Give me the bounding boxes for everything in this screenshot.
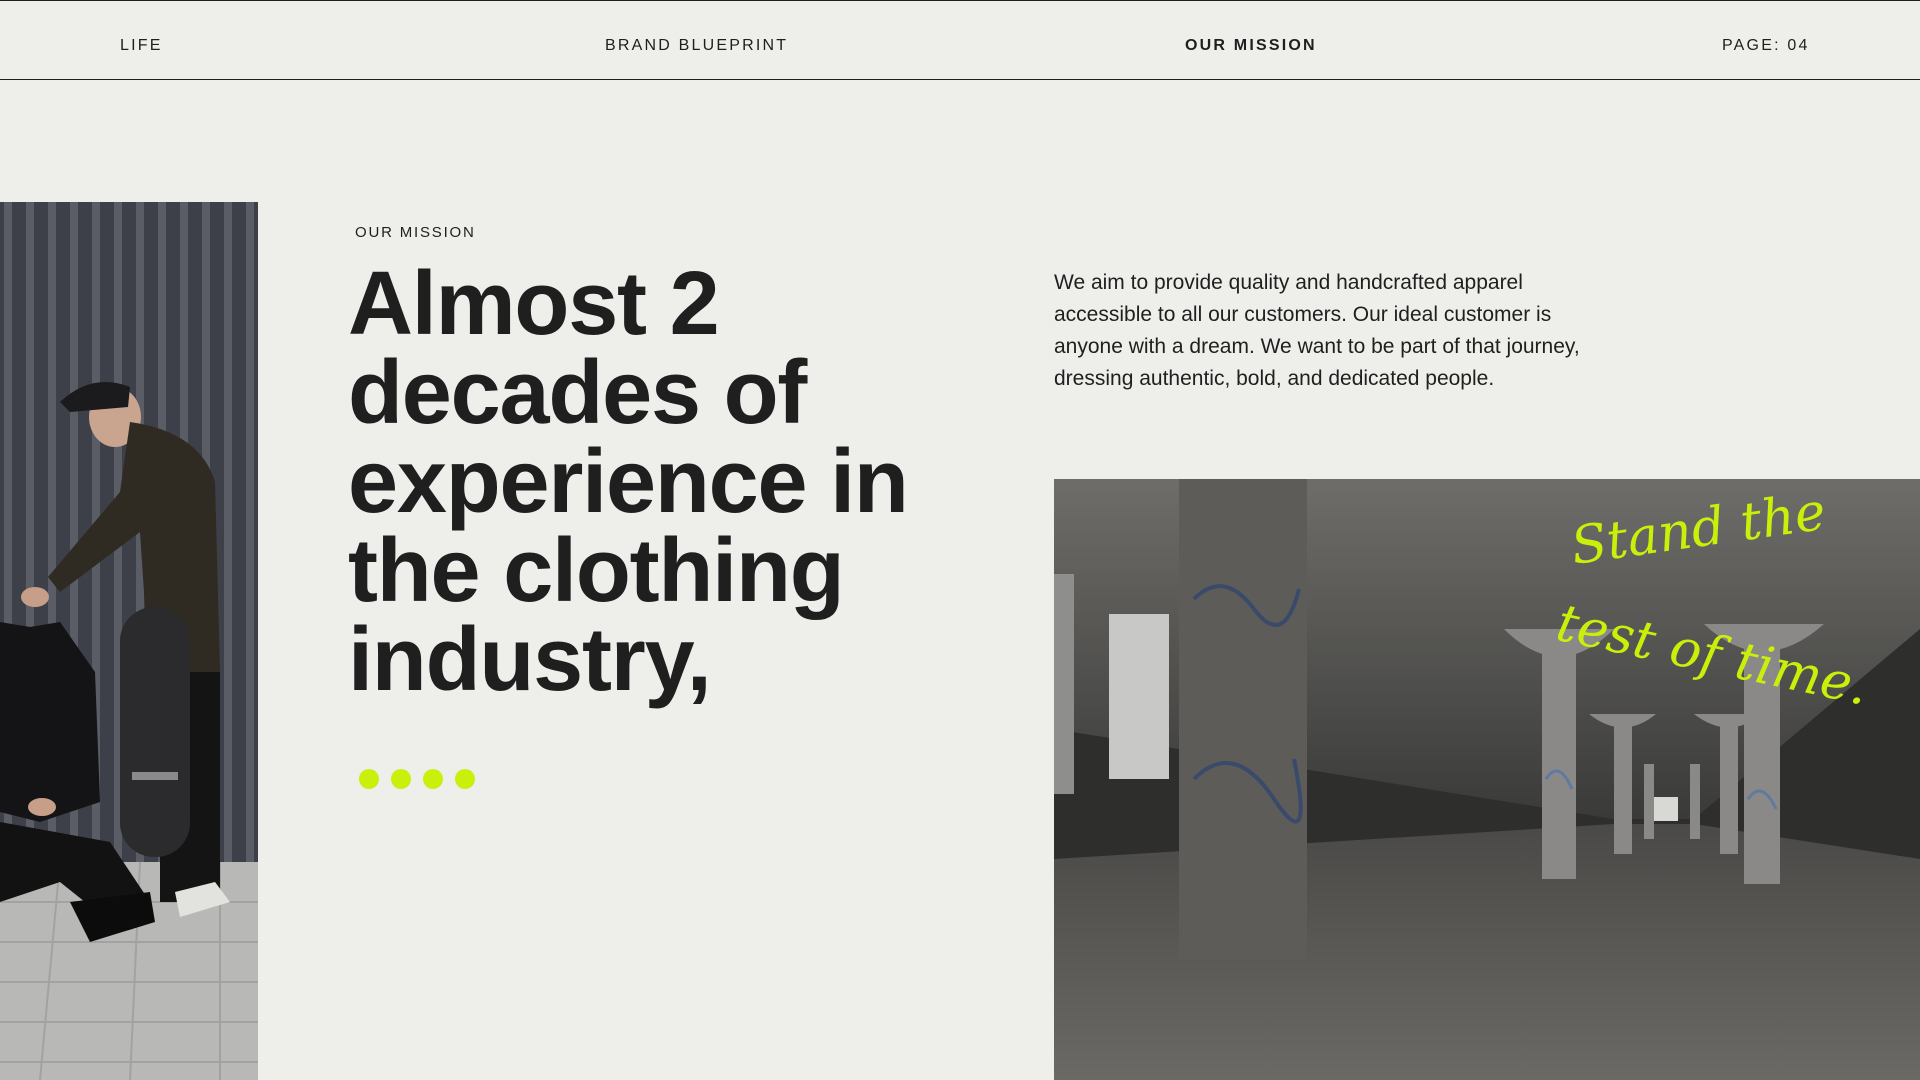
header-current-section-label: OUR MISSION [1185, 37, 1317, 54]
top-navigation-bar: LIFE BRAND BLUEPRINT OUR MISSION PAGE: 0… [0, 0, 1920, 80]
accent-dot [423, 769, 443, 789]
section-eyebrow-label: OUR MISSION [355, 224, 476, 241]
accent-dot [359, 769, 379, 789]
mission-description: We aim to provide quality and handcrafte… [1054, 271, 1580, 390]
mission-headline: Almost 2 decades of experience in the cl… [348, 254, 909, 710]
header-brand-blueprint-label: BRAND BLUEPRINT [605, 37, 789, 54]
accent-dot [391, 769, 411, 789]
header-life-label: LIFE [120, 37, 163, 54]
right-photo-warehouse: Stand the test of time. [1054, 479, 1920, 1080]
left-photo-skaters [0, 202, 258, 1080]
accent-dot [455, 769, 475, 789]
decorative-dots [359, 769, 475, 789]
header-page-number: PAGE: 04 [1722, 37, 1810, 54]
